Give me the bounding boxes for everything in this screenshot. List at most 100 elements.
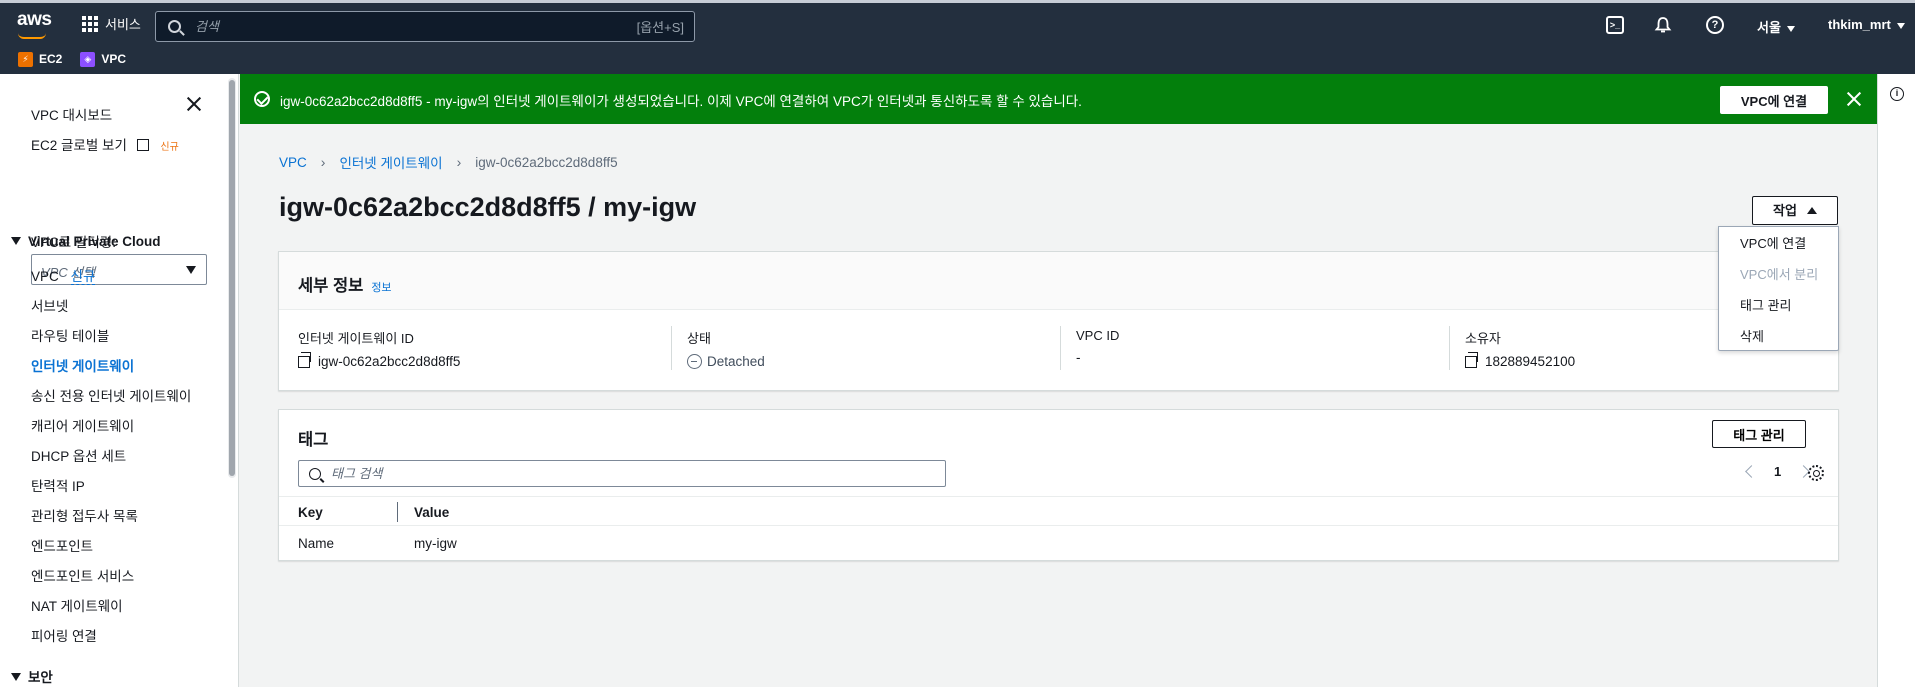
- sidebar-item-dhcp-options[interactable]: DHCP 옵션 세트: [31, 445, 126, 465]
- favorite-label: EC2: [39, 52, 63, 66]
- aws-logo[interactable]: aws: [17, 9, 52, 39]
- divider: [671, 326, 672, 370]
- actions-dropdown-menu: VPC에 연결 VPC에서 분리 태그 관리 삭제: [1718, 226, 1839, 351]
- sidebar-item-prefix-lists[interactable]: 관리형 접두사 목록: [31, 505, 138, 525]
- caret-up-icon: [1806, 207, 1817, 214]
- menu-item-delete[interactable]: 삭제: [1740, 326, 1764, 345]
- details-heading-text: 세부 정보: [298, 277, 364, 295]
- sidebar-item-endpoint-services[interactable]: 엔드포인트 서비스: [31, 565, 134, 585]
- sidebar-item-elastic-ips[interactable]: 탄력적 IP: [31, 475, 85, 495]
- page-title: igw-0c62a2bcc2d8d8ff5 / my-igw: [279, 192, 697, 222]
- status-value: Detached: [707, 354, 765, 369]
- sidebar-item-internet-gateways[interactable]: 인터넷 게이트웨이: [31, 355, 134, 375]
- section-label: 보안: [28, 670, 53, 685]
- gear-icon[interactable]: [1808, 465, 1824, 481]
- chevron-left-icon[interactable]: [1745, 465, 1758, 478]
- section-virtual-private-cloud[interactable]: Virtual Private Cloud: [11, 234, 161, 249]
- tag-search-box[interactable]: [298, 460, 946, 487]
- copy-icon[interactable]: [298, 351, 311, 368]
- region-label: 서울: [1757, 20, 1781, 35]
- field-vpc-id: VPC ID -: [1076, 328, 1119, 365]
- global-search[interactable]: [옵션+S]: [155, 11, 695, 42]
- search-icon: [309, 467, 321, 480]
- manage-tags-button[interactable]: 태그 관리: [1712, 420, 1806, 448]
- new-badge: 신규: [160, 142, 179, 153]
- field-value: 182889452100: [1485, 354, 1576, 369]
- sidebar-item-ec2-global-view[interactable]: EC2 글로벌 보기 신규: [31, 134, 179, 154]
- region-selector[interactable]: 서울: [1757, 17, 1795, 36]
- favorite-vpc[interactable]: ◈ VPC: [80, 51, 127, 67]
- sidebar-item-route-tables[interactable]: 라우팅 테이블: [31, 325, 109, 345]
- tags-heading: 태그: [298, 431, 329, 449]
- field-label: 인터넷 게이트웨이 ID: [298, 331, 414, 346]
- field-state: 상태 Detached: [687, 328, 765, 369]
- field-value: -: [1076, 350, 1081, 365]
- breadcrumb-internet-gateways[interactable]: 인터넷 게이트웨이: [339, 152, 442, 172]
- cloudshell-icon[interactable]: >_: [1606, 16, 1624, 34]
- top-navigation: aws 서비스 [옵션+S] >_ ? 서울 thkim_mrt: [0, 0, 1915, 44]
- status-detached-icon: [687, 354, 702, 369]
- breadcrumb-vpc[interactable]: VPC: [279, 155, 307, 170]
- sidebar-item-vpc[interactable]: VPC 신규: [31, 265, 96, 285]
- sidebar-item-egress-only-igw[interactable]: 송신 전용 인터넷 게이트웨이: [31, 385, 191, 405]
- caret-down-icon: [1896, 22, 1905, 29]
- flash-message: igw-0c62a2bcc2d8d8ff5 - my-igw의 인터넷 게이트웨…: [280, 94, 1082, 109]
- search-input[interactable]: [195, 19, 615, 34]
- breadcrumb: VPC › 인터넷 게이트웨이 › igw-0c62a2bcc2d8d8ff5: [279, 152, 618, 172]
- new-badge[interactable]: 신규: [70, 269, 96, 285]
- close-icon[interactable]: [1846, 91, 1862, 107]
- chevron-right-icon: ›: [320, 154, 326, 170]
- menu-item-detach-vpc: VPC에서 분리: [1740, 267, 1819, 282]
- caret-down-icon: [1786, 25, 1795, 32]
- column-header-value[interactable]: Value: [414, 505, 449, 520]
- tag-search-input[interactable]: [331, 466, 931, 481]
- main-content: igw-0c62a2bcc2d8d8ff5 - my-igw의 인터넷 게이트웨…: [240, 74, 1877, 687]
- vpc-service-icon: ◈: [80, 51, 96, 67]
- details-panel: 세부 정보 정보 인터넷 게이트웨이 ID igw-0c62a2bcc2d8d8f…: [278, 251, 1839, 391]
- tag-value: my-igw: [414, 536, 457, 551]
- divider: [1060, 326, 1061, 370]
- grid-icon: [82, 15, 98, 32]
- favorites-bar: ⚡ EC2 ◈ VPC: [0, 44, 1915, 74]
- favorite-ec2[interactable]: ⚡ EC2: [18, 51, 63, 67]
- attach-to-vpc-button[interactable]: VPC에 연결: [1720, 86, 1828, 114]
- column-header-key[interactable]: Key: [298, 505, 323, 520]
- sidebar-item-endpoints[interactable]: 엔드포인트: [31, 535, 93, 555]
- bell-icon[interactable]: [1654, 16, 1672, 34]
- sidebar-item-subnets[interactable]: 서브넷: [31, 295, 68, 315]
- breadcrumb-current: igw-0c62a2bcc2d8d8ff5: [475, 154, 618, 170]
- field-igw-id: 인터넷 게이트웨이 ID igw-0c62a2bcc2d8d8ff5: [298, 328, 460, 369]
- caret-down-icon: [11, 237, 21, 245]
- info-icon[interactable]: i: [1890, 87, 1904, 101]
- actions-button[interactable]: 작업: [1752, 196, 1838, 225]
- caret-down-icon: [11, 673, 21, 681]
- sidebar-item-nat-gateways[interactable]: NAT 게이트웨이: [31, 595, 123, 615]
- menu-item-manage-tags[interactable]: 태그 관리: [1740, 295, 1791, 314]
- tags-panel: 태그 태그 관리 1 Key Value Name my-igw: [278, 409, 1839, 561]
- sidebar: VPC 대시보드 EC2 글로벌 보기 신규 VPC로 필터링: VPC 선택 …: [0, 74, 239, 687]
- info-link[interactable]: 정보: [371, 282, 391, 294]
- user-menu[interactable]: thkim_mrt: [1828, 17, 1905, 32]
- sidebar-item-dashboard[interactable]: VPC 대시보드: [31, 104, 112, 124]
- scrollbar-thumb[interactable]: [229, 80, 235, 476]
- actions-label: 작업: [1773, 203, 1797, 218]
- services-menu-button[interactable]: 서비스: [82, 14, 141, 33]
- section-security[interactable]: 보안: [11, 666, 53, 686]
- sidebar-item-label: VPC: [31, 269, 59, 284]
- sidebar-scrollbar[interactable]: [228, 78, 236, 478]
- field-label: 소유자: [1465, 331, 1501, 346]
- sidebar-item-carrier-gateways[interactable]: 캐리어 게이트웨이: [31, 415, 134, 435]
- page-number[interactable]: 1: [1774, 464, 1781, 479]
- details-header: 세부 정보 정보: [279, 252, 1838, 310]
- section-label: Virtual Private Cloud: [28, 234, 161, 249]
- copy-icon[interactable]: [1465, 351, 1478, 368]
- help-icon[interactable]: ?: [1706, 16, 1724, 34]
- close-sidebar-icon[interactable]: [186, 96, 202, 112]
- search-shortcut-hint: [옵션+S]: [636, 20, 684, 35]
- sidebar-item-peering-connections[interactable]: 피어링 연결: [31, 625, 97, 645]
- column-resizer[interactable]: [397, 502, 398, 522]
- favorite-label: VPC: [101, 52, 127, 66]
- field-label: VPC ID: [1076, 328, 1120, 343]
- menu-item-attach-vpc[interactable]: VPC에 연결: [1740, 233, 1806, 252]
- caret-down-icon: [186, 266, 196, 274]
